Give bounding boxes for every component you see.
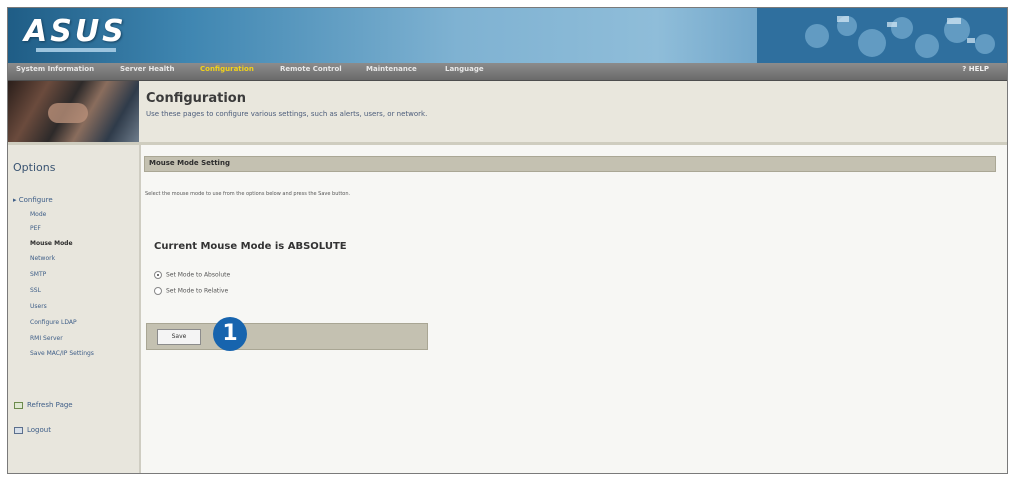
instruction-text: Select the mouse mode to use from the op… xyxy=(145,191,351,197)
sidebar-item-rmi-server[interactable]: RMI Server xyxy=(30,335,63,342)
sidebar-item-configure-ldap[interactable]: Configure LDAP xyxy=(30,319,77,326)
sidebar-logout[interactable]: Logout xyxy=(14,426,51,434)
sidebar-item-users[interactable]: Users xyxy=(30,303,47,310)
page-title: Configuration xyxy=(146,91,246,106)
header-graphic-icon xyxy=(757,8,1007,63)
nav-remote-control[interactable]: Remote Control xyxy=(280,65,342,73)
sidebar-item-pef[interactable]: PEF xyxy=(30,225,41,232)
step-callout-badge: 1 xyxy=(213,317,247,351)
radio-option-absolute-label: Set Mode to Absolute xyxy=(166,271,231,279)
sidebar-item-smtp[interactable]: SMTP xyxy=(30,271,46,278)
sidebar-item-configure-label: Configure xyxy=(18,196,53,204)
refresh-icon xyxy=(14,401,23,409)
browser-frame: ASUS System Information Server Health Co… xyxy=(7,7,1008,474)
sidebar-item-network[interactable]: Network xyxy=(30,255,55,262)
nav-language[interactable]: Language xyxy=(445,65,484,73)
section-header: Mouse Mode Setting xyxy=(144,156,996,172)
nav-configuration[interactable]: Configuration xyxy=(200,65,254,73)
main-nav-bar: System Information Server Health Configu… xyxy=(8,63,1007,81)
sidebar-logout-label: Logout xyxy=(27,426,51,434)
nav-server-health[interactable]: Server Health xyxy=(120,65,175,73)
page-banner: Configuration Use these pages to configu… xyxy=(8,81,1007,145)
help-link[interactable]: ? HELP xyxy=(962,65,989,73)
sidebar-title: Options xyxy=(13,161,56,174)
sidebar-refresh-page-label: Refresh Page xyxy=(27,401,73,409)
radio-button-checked[interactable] xyxy=(154,271,162,279)
sidebar-item-ssl[interactable]: SSL xyxy=(30,287,41,294)
logout-icon xyxy=(14,426,23,434)
radio-option-relative[interactable]: Set Mode to Relative xyxy=(154,287,228,295)
asus-logo: ASUS xyxy=(24,14,127,49)
nav-maintenance[interactable]: Maintenance xyxy=(366,65,417,73)
sidebar-item-configure[interactable]: ▸ Configure xyxy=(13,196,53,204)
radio-button[interactable] xyxy=(154,287,162,295)
sidebar-item-save-mac-ip-settings[interactable]: Save MAC/IP Settings xyxy=(30,350,94,357)
banner-photo xyxy=(8,81,139,142)
radio-option-absolute[interactable]: Set Mode to Absolute xyxy=(154,271,230,279)
save-button[interactable]: Save xyxy=(157,329,201,345)
logo-underline xyxy=(36,48,116,52)
section-title: Mouse Mode Setting xyxy=(149,159,230,167)
current-mouse-mode: Current Mouse Mode is ABSOLUTE xyxy=(154,241,347,252)
nav-system-information[interactable]: System Information xyxy=(16,65,94,73)
sidebar-item-mouse-mode[interactable]: Mouse Mode xyxy=(30,240,73,247)
page-description: Use these pages to configure various set… xyxy=(146,110,428,118)
app-header: ASUS xyxy=(8,8,1007,63)
sidebar-item-mode[interactable]: Mode xyxy=(30,211,46,218)
radio-option-relative-label: Set Mode to Relative xyxy=(166,287,229,295)
options-sidebar: Options ▸ Configure Mode PEF Mouse Mode … xyxy=(8,145,141,473)
sidebar-refresh-page[interactable]: Refresh Page xyxy=(14,401,73,409)
save-bar: Save xyxy=(146,323,428,350)
